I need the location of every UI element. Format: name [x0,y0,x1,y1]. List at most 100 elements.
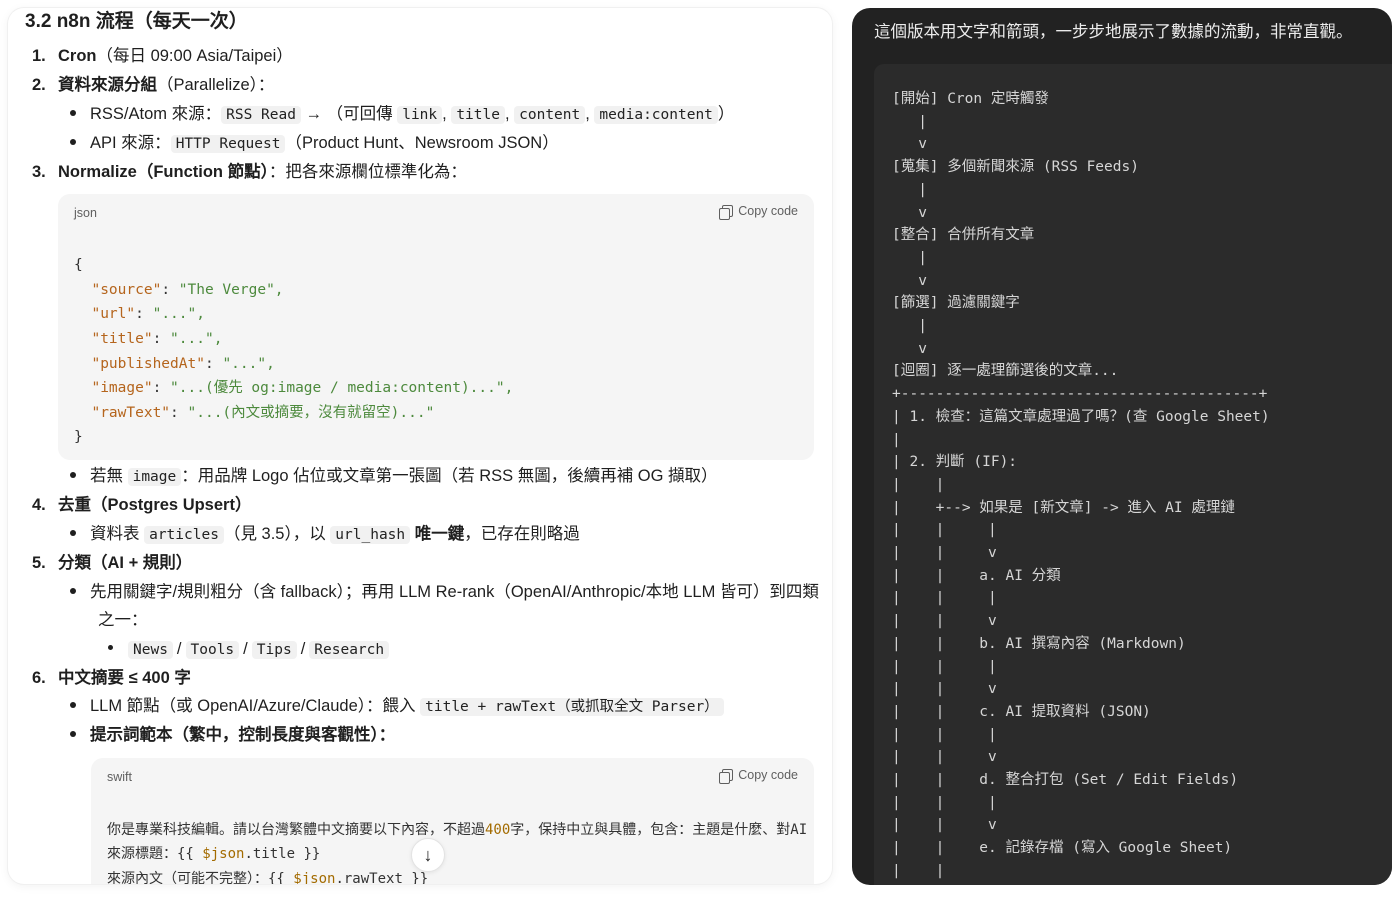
arrow-down-icon: ↓ [423,844,433,865]
flow-line: | | | [892,590,997,607]
step-desc: （每日 09:00 Asia/Taipei） [96,47,293,65]
inline-code: media:content [594,106,718,124]
json-value: "...", [222,356,275,372]
copy-code-label: Copy code [738,768,798,782]
flow-line: | +--> 如果是 [重複文章] -> 直接跳過 [892,883,1200,886]
flow-line: | | | [892,658,997,675]
dark-response-panel: 這個版本用文字和箭頭，一步步地展示了數據的流動，非常直觀。 [開始] Cron … [852,8,1392,885]
code-line: "rawText": "...(內文或摘要，沒有就留空)..." [91,405,435,421]
code-language-label: swift [107,770,132,784]
flow-line: v [892,340,927,357]
bullet-bold-text: 唯一鍵 [410,525,465,543]
code-line: 你是專業科技編輯。請以台灣繁體中文摘要以下內容，不超過400字，保持中立與具體，… [107,818,807,843]
swift-code-block: swift Copy code 你是專業科技編輯。請以台灣繁體中文摘要以下內容，… [91,758,814,884]
bullet-text: → （可回傳 [300,105,398,123]
json-key: "url" [91,306,136,322]
flow-line: [整合] 合併所有文章 [892,227,1035,244]
bullet-text: ） [717,105,735,123]
json-key: "title" [91,331,153,347]
code-number: 400 [485,822,511,838]
flow-line: | | e. 記錄存檔 (寫入 Google Sheet) [892,840,1233,857]
code-brace: } [74,429,83,445]
flow-diagram-code-block: [開始] Cron 定時觸發 | v [蒐集] 多個新聞來源 (RSS Feeds… [874,64,1392,885]
flow-line: v [892,204,927,221]
json-key: "source" [91,282,162,298]
flow-line: | +--> 如果是 [新文章] -> 進入 AI 處理鏈 [892,499,1235,516]
bullet-text: 資料表 [90,525,145,543]
bullet-rss: RSS/Atom 來源： RSS Read → （可回傳 link, title,… [70,102,734,127]
code-brace: { [74,257,83,273]
step-title: Normalize（Function 節點） [58,163,269,181]
code-line: } [74,425,83,450]
inline-code: articles [144,526,224,544]
json-value: "...", [152,306,205,322]
code-line: "title": "...", [91,331,223,347]
code-text: .title }} [244,846,321,862]
flow-line: | | | [892,522,997,539]
step-title: 分類（AI + 規則） [58,554,193,572]
inline-code: url_hash [330,526,411,544]
bullet-dot [108,645,113,651]
flow-line: | | v [892,749,997,766]
scroll-to-bottom-button[interactable]: ↓ [411,838,445,872]
flow-line: | | | [892,794,997,811]
json-value: "The Verge", [178,282,284,298]
code-text: .rawText }} [335,871,429,884]
flow-line: | | [892,862,945,879]
copy-code-button[interactable]: Copy code [719,204,798,220]
bullet-dot [70,138,76,145]
inline-code: HTTP Request [170,135,286,153]
bullet-dot [70,730,76,737]
flow-line: | [892,318,927,334]
bullet-dedupe: 資料表 articles （見 3.5），以 url_hash 唯一鍵，已存在則略… [70,522,580,547]
json-value: "...", [170,331,223,347]
flow-line: [篩選] 過濾關鍵字 [892,295,1020,312]
copy-icon [719,204,734,220]
flow-line: | | v [892,613,997,630]
code-line: 來源標題：{{ $json.title }} [107,842,320,867]
step-title: 中文摘要 ≤ 400 字 [58,669,191,687]
step-number: 3. [32,163,46,181]
json-key: "publishedAt" [91,356,205,372]
category-news: News [128,641,173,659]
bullet-llm: LLM 節點（或 OpenAI/Azure/Claude）：餵入 title +… [70,694,724,719]
json-value: "...(內文或摘要，沒有就留空)..." [187,405,435,421]
flow-line: [開始] Cron 定時觸發 [892,91,1049,107]
bullet-classify: 先用關鍵字/規則粗分（含 fallback）；再用 LLM Re-rank（Op… [70,580,819,604]
flow-line: | [892,113,927,130]
inline-code: content [514,106,586,124]
category-tips: Tips [251,641,297,659]
flow-line: | | [892,476,945,493]
step-2: 2. 資料來源分組（Parallelize）： [32,73,274,97]
step-4: 4. 去重（Postgres Upsert） [32,493,251,517]
step-title: 資料來源分組 [58,76,157,94]
bullet-classify-cont: 之一： [98,611,148,629]
bullet-bold-text: 提示詞範本（繁中，控制長度與客觀性）： [90,726,396,744]
bullet-text: API 來源： [90,134,171,152]
copy-icon [719,768,734,784]
bullet-text: （Product Hunt、Newsroom JSON） [285,134,559,152]
bullet-prompt: 提示詞範本（繁中，控制長度與客觀性）： [70,723,395,747]
step-number: 5. [32,554,46,572]
step-number: 2. [32,76,46,94]
step-number: 4. [32,496,46,514]
bullet-dot [70,701,76,708]
copy-code-button[interactable]: Copy code [719,768,798,784]
code-text: 你是專業科技編輯。請以台灣繁體中文摘要以下內容，不超過 [107,822,485,838]
code-line: 來源內文（可能不完整）：{{ $json.rawText }} [107,867,428,884]
step-title: Cron [58,47,97,65]
code-variable: $json [293,871,336,884]
bullet-text: RSS/Atom 來源： [90,105,222,123]
flow-line: v [892,136,927,153]
step-number: 1. [32,47,46,65]
category-research: Research [309,641,390,659]
flow-line: | [892,181,927,198]
flow-line: | | | [892,726,997,743]
code-line: "url": "...", [91,306,205,322]
bullet-api: API 來源： HTTP Request （Product Hunt、Newsroo… [70,131,559,156]
flow-line: [迴圈] 逐一處理篩選後的文章... [892,363,1119,380]
flow-line: | | v [892,817,997,834]
flow-line: | | a. AI 分類 [892,567,1061,584]
flow-line: +---------------------------------------… [892,386,1268,403]
flow-line: | [892,249,927,266]
